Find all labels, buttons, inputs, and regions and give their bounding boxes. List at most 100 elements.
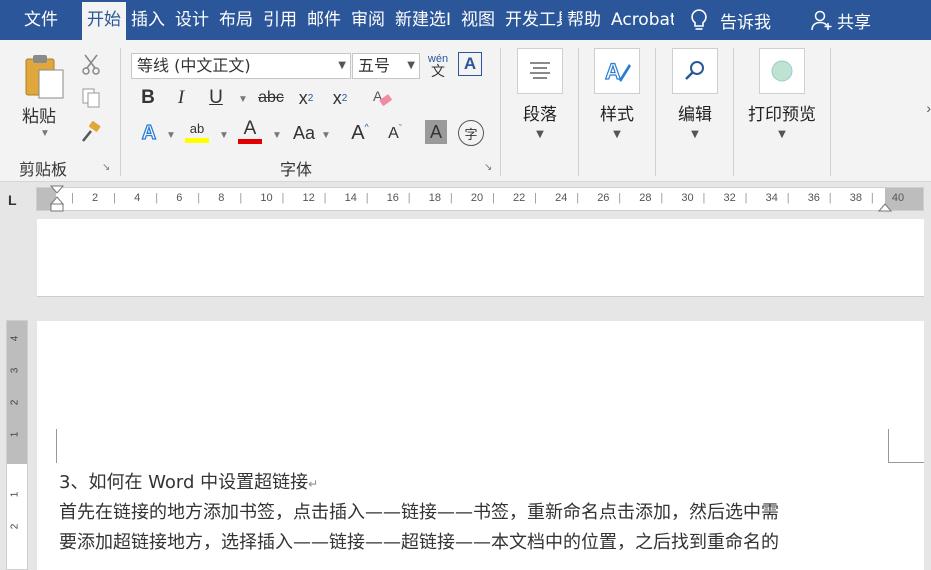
- horizontal-ruler[interactable]: 2 | 4 | 6 | 8 | 10 | 12 | 14 | 16 | 18 | 20 | 22 | 24 | 26 | 28 | 30…: [36, 184, 924, 214]
- ruler-tick-mark: |: [702, 192, 706, 204]
- copy-button[interactable]: [80, 86, 102, 110]
- tab-new-tab[interactable]: 新建选Ι: [390, 0, 456, 40]
- font-size-combo[interactable]: 五号 ▼: [352, 53, 420, 79]
- tab-insert[interactable]: 插入: [126, 0, 170, 40]
- font-color-swatch: [238, 139, 262, 144]
- vertical-ruler-number: 1: [9, 431, 21, 438]
- ruler-tick-label: 14: [344, 192, 357, 204]
- vertical-ruler-number: 4: [9, 335, 21, 342]
- document-heading-line[interactable]: 3、如何在 Word 中设置超链接↵: [59, 468, 318, 494]
- group-divider: [830, 48, 831, 176]
- print-preview-button[interactable]: 打印预览 ▼: [744, 48, 820, 140]
- clear-formatting-button[interactable]: A: [370, 86, 394, 110]
- font-launcher[interactable]: ↘: [484, 162, 492, 173]
- ruler-tick-label: 12: [302, 192, 315, 204]
- phonetic-guide-button[interactable]: wén 文: [425, 50, 451, 80]
- tab-acrobat[interactable]: Acrobat: [606, 0, 674, 40]
- char-shading-button[interactable]: A: [425, 120, 447, 144]
- svg-text:A: A: [605, 59, 621, 84]
- indent-marker-icon[interactable]: [49, 184, 65, 214]
- text-effects-dropdown-arrow[interactable]: ▼: [166, 130, 176, 141]
- share-label: 共享: [837, 12, 872, 33]
- ruler-tick-label: 16: [386, 192, 399, 204]
- tab-references[interactable]: 引用: [258, 0, 302, 40]
- share-button[interactable]: 共享: [811, 8, 871, 33]
- change-case-button[interactable]: Aa: [289, 120, 319, 146]
- vertical-ruler[interactable]: 4 3 2 1 1 2: [6, 320, 28, 570]
- subscript-digit: 2: [307, 92, 314, 104]
- ruler-tick-mark: |: [534, 192, 537, 204]
- tab-selector-icon[interactable]: L: [8, 192, 17, 208]
- format-painter-button[interactable]: [80, 120, 102, 144]
- font-color-button[interactable]: A: [236, 118, 264, 146]
- tab-review[interactable]: 审阅: [346, 0, 390, 40]
- tab-home[interactable]: 开始: [82, 2, 126, 40]
- tab-developer[interactable]: 开发工具: [500, 0, 562, 40]
- ruler-tick-label: 20: [470, 192, 484, 204]
- ruler-tick-mark: |: [870, 192, 874, 204]
- document-page-previous: [37, 219, 924, 297]
- ruler-tick-label: 6: [176, 192, 183, 204]
- paste-button[interactable]: [22, 52, 68, 100]
- italic-button[interactable]: I: [170, 86, 192, 110]
- tell-me-label: 告诉我: [720, 12, 772, 33]
- print-preview-label: 打印预览: [748, 105, 816, 125]
- font-name-value: 等线 (中文正文): [137, 56, 251, 75]
- tab-help[interactable]: 帮助: [562, 0, 606, 40]
- font-color-dropdown-arrow[interactable]: ▼: [272, 130, 282, 141]
- superscript-digit: 2: [341, 92, 348, 104]
- bold-button[interactable]: B: [137, 86, 159, 110]
- highlight-dropdown-arrow[interactable]: ▼: [219, 130, 229, 141]
- document-body-line[interactable]: 要添加超链接地方，选择插入——链接——超链接——本文档中的位置，之后找到重命名的: [59, 528, 779, 554]
- cut-button[interactable]: [80, 52, 102, 76]
- highlight-color-button[interactable]: ab: [183, 118, 211, 146]
- underline-button[interactable]: U: [205, 86, 227, 110]
- ruler-tick-mark: |: [660, 192, 664, 204]
- superscript-button[interactable]: x2: [328, 86, 352, 110]
- chevron-down-icon: ▼: [613, 129, 621, 140]
- document-page[interactable]: 3、如何在 Word 中设置超链接↵ 首先在链接的地方添加书签，点击插入——链接…: [37, 321, 924, 570]
- subscript-base: x: [298, 87, 308, 108]
- ruler-tick-label: 18: [428, 192, 442, 204]
- grow-font-letter: A: [351, 121, 365, 144]
- superscript-base: x: [332, 87, 342, 108]
- heading-text: 3、如何在 Word 中设置超链接: [59, 472, 309, 493]
- font-name-combo[interactable]: 等线 (中文正文) ▼: [131, 53, 351, 79]
- underline-dropdown-arrow[interactable]: ▼: [238, 94, 248, 105]
- tell-me-search[interactable]: 告诉我: [688, 8, 771, 33]
- tab-file[interactable]: 文件: [0, 0, 82, 40]
- font-group-label: 字体: [280, 160, 313, 179]
- tab-design[interactable]: 设计: [170, 0, 214, 40]
- paste-dropdown-arrow[interactable]: ▼: [40, 128, 50, 139]
- ruler-tick-label: 34: [765, 192, 778, 204]
- shrink-font-button[interactable]: Aˇ: [383, 122, 407, 146]
- tab-mailings[interactable]: 邮件: [302, 0, 346, 40]
- right-indent-marker-icon[interactable]: [877, 201, 893, 213]
- vertical-ruler-number: 1: [9, 491, 21, 498]
- char-border-button[interactable]: A: [458, 52, 482, 76]
- document-body-line[interactable]: 首先在链接的地方添加书签，点击插入——链接——书签，重新命名点击添加，然后选中需: [59, 498, 779, 524]
- text-effects-button[interactable]: A: [137, 120, 161, 146]
- enclose-characters-button[interactable]: 字: [458, 120, 484, 146]
- paragraph-button[interactable]: 段落 ▼: [513, 48, 567, 140]
- caret-down-icon: ˇ: [398, 123, 402, 133]
- chevron-down-icon: ▼: [691, 129, 699, 140]
- change-case-dropdown-arrow[interactable]: ▼: [321, 130, 331, 141]
- editing-button[interactable]: 编辑 ▼: [668, 48, 722, 140]
- styles-button[interactable]: A 样式 ▼: [590, 48, 644, 140]
- styles-icon: A: [594, 48, 640, 94]
- ribbon-scroll-right-icon[interactable]: ›: [926, 100, 931, 116]
- grow-font-button[interactable]: A ^: [348, 120, 372, 146]
- chevron-down-icon: ▼: [407, 60, 415, 71]
- tab-view[interactable]: 视图: [456, 0, 500, 40]
- ruler-tick-mark: |: [197, 192, 201, 204]
- subscript-button[interactable]: x2: [294, 86, 318, 110]
- group-divider: [655, 48, 656, 176]
- align-lines-icon: [517, 48, 563, 94]
- ruler-tick-mark: |: [576, 192, 580, 204]
- margin-corner-mark: [888, 429, 924, 463]
- chevron-down-icon: ▼: [536, 129, 544, 140]
- clipboard-launcher[interactable]: ↘: [102, 162, 110, 173]
- tab-layout[interactable]: 布局: [214, 0, 258, 40]
- strikethrough-button[interactable]: abc: [256, 86, 286, 110]
